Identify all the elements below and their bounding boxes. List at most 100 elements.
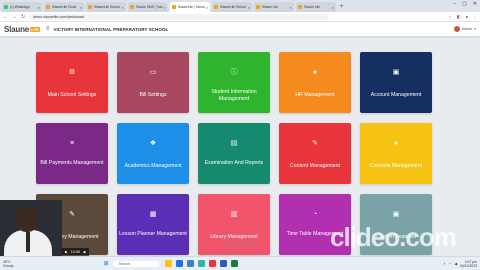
edge-icon[interactable] xyxy=(197,260,205,267)
card-icon: ▭ xyxy=(149,69,157,76)
tab-close-icon[interactable]: × xyxy=(122,5,124,10)
module-tile-label: Account Management xyxy=(370,92,422,98)
tab-close-icon[interactable]: × xyxy=(332,5,334,10)
reload-icon[interactable]: ↻ xyxy=(21,14,25,20)
app-logo[interactable]: Slaune LITE xyxy=(4,25,40,34)
profile-icon[interactable]: ● xyxy=(466,14,468,19)
close-icon[interactable]: ✕ xyxy=(473,1,477,7)
tab-label: SlauneLite School xyxy=(220,5,246,9)
module-tile[interactable]: ▣ Account Management xyxy=(360,52,432,113)
module-tile[interactable]: ⚙ Main School Settings xyxy=(36,52,108,113)
tab-close-icon[interactable]: × xyxy=(38,5,40,10)
tab-favicon-icon xyxy=(298,5,302,9)
excel-icon[interactable] xyxy=(230,260,238,267)
tab-favicon-icon xyxy=(214,5,218,9)
clock-icon: ◔ xyxy=(312,210,318,218)
tab-label: SlauneLite Cloud xyxy=(52,5,77,9)
browser-tab[interactable]: SlauneLite School × xyxy=(212,2,252,12)
module-tile-label: Main School Settings xyxy=(47,92,97,98)
user-menu[interactable]: Admin ▾ xyxy=(454,26,476,32)
module-tile[interactable]: ✎ Content Management xyxy=(279,123,351,184)
tab-label: Slaune SMS | Tuto xyxy=(136,5,163,9)
video-controls: ▶ 10:08 ◀ xyxy=(62,248,89,256)
weather-widget[interactable]: 28°C Cloudy xyxy=(3,260,14,268)
library-icon: ▥ xyxy=(230,211,238,218)
wifi-icon[interactable]: ◠ xyxy=(448,262,451,266)
browser-tab[interactable]: Slaune SMS | Tuto × xyxy=(128,2,168,12)
chrome-icon[interactable] xyxy=(208,260,216,267)
module-tile-label: Bill Settings xyxy=(139,92,167,98)
module-tile[interactable]: ● HR Management xyxy=(279,52,351,113)
volume-icon[interactable]: ◀ xyxy=(83,250,86,254)
tab-label: (1) WhatsApp xyxy=(10,5,30,9)
play-icon[interactable]: ▶ xyxy=(65,250,68,254)
browser-menu-icon[interactable]: ⋮ xyxy=(473,14,477,19)
report-icon: ▤ xyxy=(230,140,238,147)
avatar xyxy=(454,26,460,32)
maximize-icon[interactable]: ▢ xyxy=(462,1,467,7)
hamburger-menu-icon[interactable]: ≡ xyxy=(46,26,50,32)
volume-tray-icon[interactable]: ◀ xyxy=(454,262,457,266)
module-tile-label: Library Management xyxy=(210,234,258,240)
tab-favicon-icon xyxy=(88,5,92,9)
payment-icon: ≡ xyxy=(69,139,75,147)
system-tray: ˄ ◠ ◀ 4:37 pm 04/12/2023 xyxy=(443,260,477,268)
browser-tab[interactable]: SlauneLite School × xyxy=(86,2,126,12)
watermark: clideo.com xyxy=(330,222,457,252)
content-icon: ✎ xyxy=(312,140,318,147)
module-tile[interactable]: ● Contacts Management xyxy=(360,123,432,184)
browser-tab[interactable]: (1) WhatsApp × xyxy=(2,2,42,12)
browser-tab[interactable]: SlauneLite Cloud × xyxy=(44,2,84,12)
webcam-overlay xyxy=(0,200,62,256)
tab-close-icon[interactable]: × xyxy=(206,5,208,10)
browser-tab-bar: (1) WhatsApp × SlauneLite Cloud × SlauneLite… xyxy=(0,0,480,12)
tab-favicon-icon xyxy=(4,5,8,9)
tab-close-icon[interactable]: × xyxy=(164,5,166,10)
chevron-down-icon: ▾ xyxy=(474,27,476,31)
user-name: Admin xyxy=(462,27,473,31)
browser-tab[interactable]: Slaune Lite × xyxy=(254,2,294,12)
module-tile-label: Content Management xyxy=(290,163,340,169)
module-tile-label: HR Management xyxy=(295,92,335,98)
module-tile-label: Student Information Management xyxy=(211,89,257,102)
app-header: Slaune LITE ≡ VICTORY INTERNATIONAL PREPA… xyxy=(0,22,480,36)
browser-icon[interactable] xyxy=(175,260,183,267)
calendar-icon: ▦ xyxy=(149,211,157,218)
new-tab-button[interactable]: + xyxy=(340,2,344,12)
bookmark-star-icon[interactable]: ☆ xyxy=(448,14,452,19)
book-icon: ❖ xyxy=(149,140,157,147)
tab-close-icon[interactable]: × xyxy=(290,5,292,10)
taskbar-search-input[interactable]: Search xyxy=(112,260,159,267)
module-tile[interactable]: ≡ Bill Payments Management xyxy=(36,123,108,184)
extensions-icon[interactable]: ◧ xyxy=(457,14,461,19)
tab-favicon-icon xyxy=(46,5,50,9)
school-name: VICTORY INTERNATIONAL PREPARATORY SCHOOL xyxy=(53,26,169,32)
browser-tab[interactable]: SlauneLite | Schoo × xyxy=(170,2,210,12)
module-tile[interactable]: ❖ Academics Management xyxy=(117,123,189,184)
tab-close-icon[interactable]: × xyxy=(80,5,82,10)
windows-start-icon[interactable]: ⊞ xyxy=(104,260,109,267)
chevron-up-icon[interactable]: ˄ xyxy=(443,262,445,266)
chat-icon: ● xyxy=(393,139,399,147)
module-tile-label: Academics Management xyxy=(124,163,182,169)
browser-tab[interactable]: Slaune Lite × xyxy=(296,2,336,12)
clock[interactable]: 4:37 pm 04/12/2023 xyxy=(460,260,477,268)
tab-close-icon[interactable]: × xyxy=(248,5,250,10)
module-tile[interactable]: ▭ Bill Settings xyxy=(117,52,189,113)
word-icon[interactable] xyxy=(219,260,227,267)
user-icon: ● xyxy=(312,68,318,76)
forward-icon[interactable]: → xyxy=(12,14,17,20)
tab-label: SlauneLite | Schoo xyxy=(178,5,205,9)
file-explorer-icon[interactable] xyxy=(164,260,172,267)
module-tile[interactable]: ▤ Examination And Reports xyxy=(198,123,270,184)
module-tile[interactable]: ⓘ Student Information Management xyxy=(198,52,270,113)
info-icon: ⓘ xyxy=(230,69,238,76)
minimize-icon[interactable]: – xyxy=(453,1,456,7)
pencil-icon: ✎ xyxy=(69,211,75,218)
money-icon: ▣ xyxy=(392,69,400,76)
back-icon[interactable]: ← xyxy=(3,14,8,20)
window-controls: – ▢ ✕ xyxy=(453,1,477,7)
store-icon[interactable] xyxy=(186,260,194,267)
url-input[interactable]: demo.slaunelite.com/dashboard xyxy=(29,13,330,20)
gear-icon: ⚙ xyxy=(68,69,76,76)
